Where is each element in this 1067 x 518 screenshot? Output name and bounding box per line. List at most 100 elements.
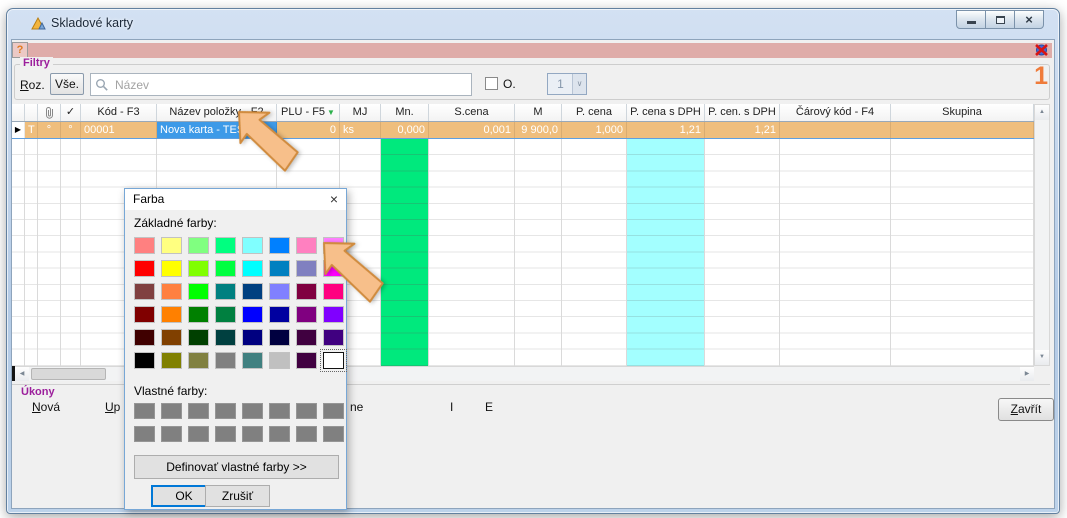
basic-color-swatch[interactable] [323,352,344,369]
vertical-scrollbar[interactable]: ▲ ▼ [1034,104,1050,366]
custom-color-swatch[interactable] [161,403,182,419]
basic-color-swatch[interactable] [269,237,290,254]
action-e-link[interactable]: E [485,400,493,414]
column-header[interactable] [25,104,38,121]
custom-color-swatch[interactable] [269,403,290,419]
grid-cell[interactable]: ° [38,122,61,138]
all-filter-button[interactable]: Vše. [50,73,84,95]
expand-filters-link[interactable]: Roz. [20,78,45,92]
column-header[interactable]: P. cena [562,104,627,121]
grid-cell[interactable]: 0,000 [381,122,429,138]
basic-color-swatch[interactable] [269,283,290,300]
column-header[interactable]: S.cena [429,104,515,121]
grid-cell[interactable]: ks [340,122,381,138]
column-header[interactable] [12,104,25,121]
column-header[interactable]: P. cena s DPH [627,104,705,121]
grid-cell[interactable] [891,122,1034,138]
basic-color-swatch[interactable] [134,260,155,277]
close-button[interactable]: × [1014,10,1044,29]
grid-cell[interactable]: 9 900,0 [515,122,562,138]
basic-color-swatch[interactable] [269,352,290,369]
scroll-up-button[interactable]: ▲ [1035,105,1049,120]
basic-color-swatch[interactable] [296,329,317,346]
action-label-partial[interactable]: ne [350,400,363,414]
custom-color-swatch[interactable] [134,426,155,442]
basic-color-swatch[interactable] [296,283,317,300]
custom-color-swatch[interactable] [242,403,263,419]
row-indicator[interactable]: ▶ [12,122,25,138]
basic-color-swatch[interactable] [296,352,317,369]
basic-color-swatch[interactable] [269,306,290,323]
custom-color-swatch[interactable] [134,403,155,419]
close-window-button[interactable]: Zavřít [998,398,1054,421]
column-header[interactable]: Kód - F3 [81,104,157,121]
basic-color-swatch[interactable] [323,329,344,346]
custom-color-swatch[interactable] [188,403,209,419]
custom-color-swatch[interactable] [323,403,344,419]
cancel-button[interactable]: Zrušiť [205,485,270,507]
grid-cell[interactable]: 1,21 [627,122,705,138]
column-header[interactable]: Skupina [891,104,1034,121]
basic-color-swatch[interactable] [242,352,263,369]
dialog-close-icon[interactable]: × [330,191,338,207]
basic-color-swatch[interactable] [134,352,155,369]
custom-color-swatch[interactable] [296,426,317,442]
basic-color-swatch[interactable] [134,306,155,323]
table-row[interactable]: ▶T°°00001Nova karta - TEST0ks0,0000,0019… [12,122,1034,139]
define-custom-colors-button[interactable]: Definovať vlastné farby >> [134,455,339,479]
grid-cell[interactable]: ° [61,122,81,138]
basic-color-swatch[interactable] [215,306,236,323]
grid-cell[interactable]: 0,001 [429,122,515,138]
basic-color-swatch[interactable] [188,260,209,277]
column-header[interactable]: PLU - F5▼ [277,104,340,121]
basic-color-swatch[interactable] [188,306,209,323]
grid-cell[interactable]: 00001 [81,122,157,138]
basic-color-swatch[interactable] [188,237,209,254]
basic-color-swatch[interactable] [161,329,182,346]
basic-color-swatch[interactable] [215,352,236,369]
edit-card-link[interactable]: Up [105,400,120,414]
custom-color-swatch[interactable] [242,426,263,442]
titlebar[interactable]: Skladové karty × [7,9,1059,39]
basic-color-swatch[interactable] [161,260,182,277]
basic-color-swatch[interactable] [242,283,263,300]
basic-color-swatch[interactable] [242,306,263,323]
column-header[interactable]: Čárový kód - F4 [780,104,891,121]
basic-color-swatch[interactable] [242,260,263,277]
basic-color-swatch[interactable] [161,306,182,323]
basic-color-swatch[interactable] [161,283,182,300]
color-dialog-titlebar[interactable]: Farba × [125,189,346,210]
column-header[interactable]: P. cen. s DPH [705,104,780,121]
basic-color-swatch[interactable] [296,306,317,323]
page-dropdown[interactable]: 1 ∨ [547,73,587,95]
scrollbar-thumb[interactable] [31,368,106,380]
column-header[interactable]: MJ [340,104,381,121]
basic-color-swatch[interactable] [134,237,155,254]
basic-color-swatch[interactable] [188,352,209,369]
custom-color-swatch[interactable] [161,426,182,442]
scroll-left-button[interactable]: ◀ [15,367,29,381]
minimize-button[interactable] [956,10,986,29]
new-card-link[interactable]: Nová [32,400,60,414]
grid-cell[interactable] [780,122,891,138]
maximize-button[interactable] [985,10,1015,29]
chevron-down-icon[interactable]: ∨ [572,74,586,94]
basic-color-swatch[interactable] [134,283,155,300]
column-header[interactable]: ✓ [61,104,81,121]
basic-color-swatch[interactable] [188,329,209,346]
scroll-right-button[interactable]: ▶ [1020,367,1034,381]
o-checkbox[interactable] [485,77,498,90]
basic-color-swatch[interactable] [242,329,263,346]
custom-color-swatch[interactable] [296,403,317,419]
scroll-down-button[interactable]: ▼ [1035,350,1049,365]
custom-color-swatch[interactable] [269,426,290,442]
column-header[interactable]: M [515,104,562,121]
grid-cell[interactable]: 1,000 [562,122,627,138]
custom-color-swatch[interactable] [215,426,236,442]
basic-color-swatch[interactable] [269,329,290,346]
grid-cell[interactable]: T [25,122,38,138]
basic-color-swatch[interactable] [215,260,236,277]
basic-color-swatch[interactable] [188,283,209,300]
cancel-filter-icon[interactable] [1034,43,1049,57]
custom-color-swatch[interactable] [323,426,344,442]
